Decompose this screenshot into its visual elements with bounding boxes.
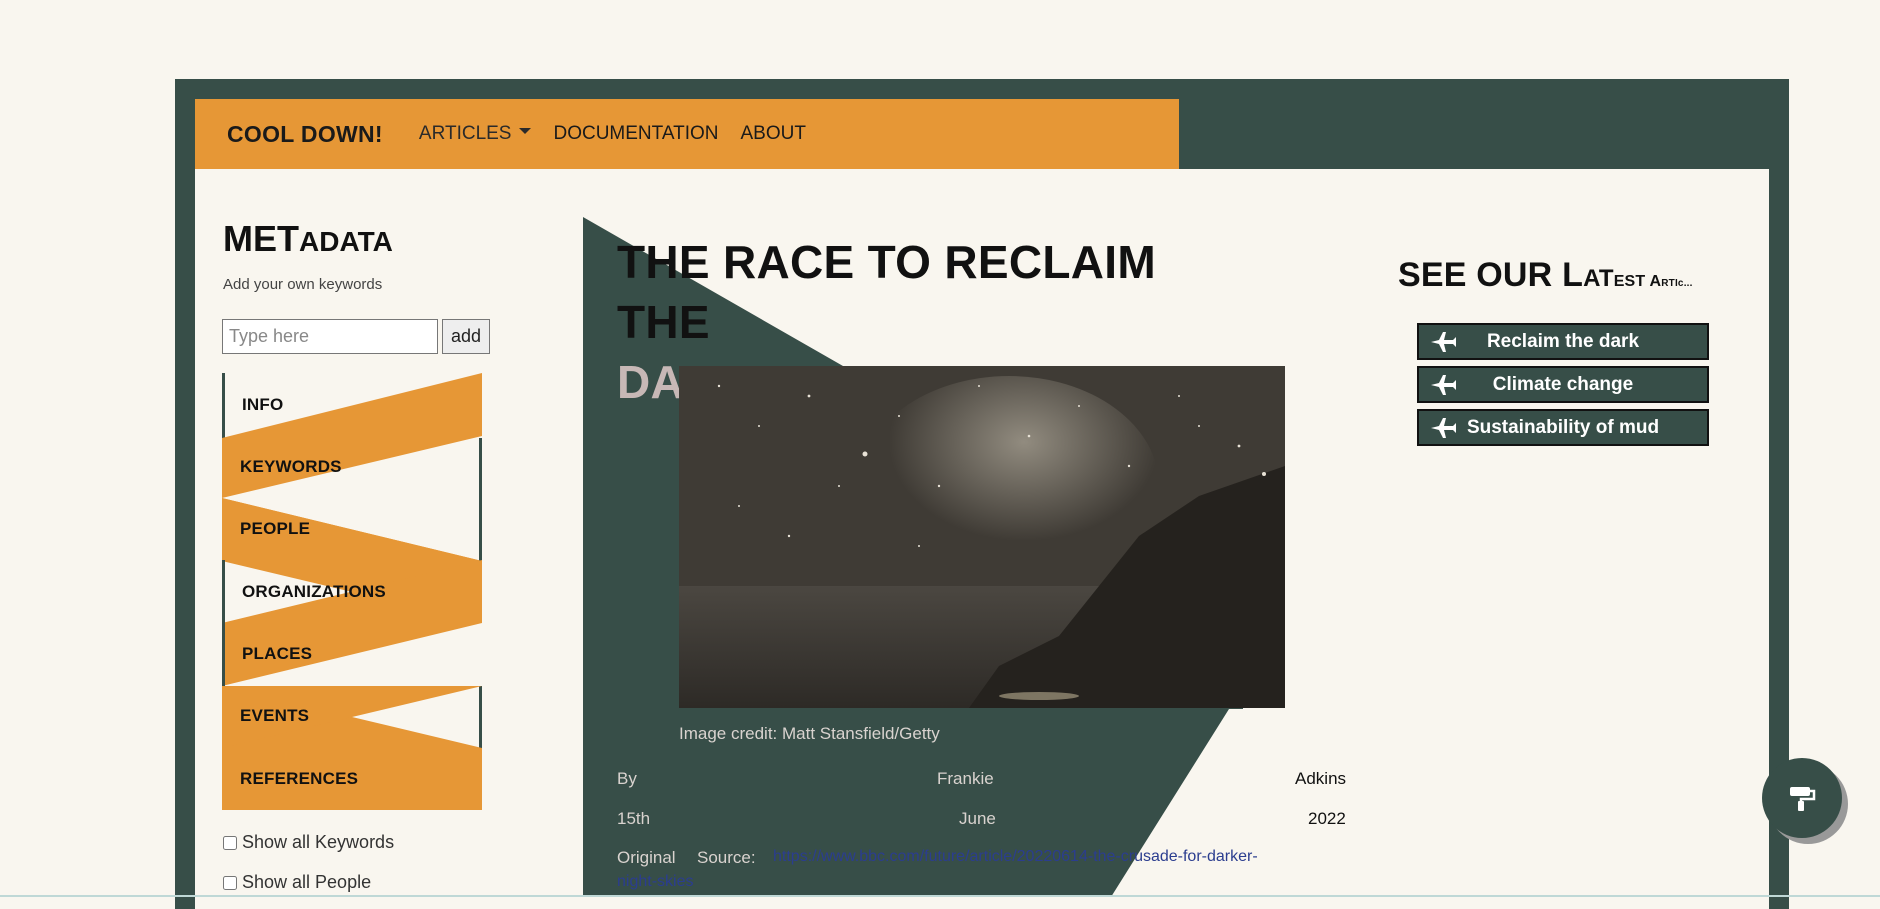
author-last: Adkins (1295, 769, 1347, 788)
show-all-keywords-toggle[interactable] (223, 835, 237, 850)
date-month: June (959, 809, 996, 828)
nav-articles-label: ARTICLES (418, 123, 512, 144)
night-sky-illustration (679, 366, 1285, 708)
author-first: Frankie (937, 769, 994, 788)
airplane-icon (1431, 375, 1456, 395)
theme-fab-button[interactable] (1762, 758, 1842, 838)
paint-roller-icon (1790, 787, 1816, 811)
caret-down-icon (519, 127, 532, 134)
show-all-people-checkbox[interactable]: Show all People (223, 872, 371, 893)
show-all-keywords-label: Show all Keywords (242, 832, 395, 852)
menu-item-references[interactable]: REFERENCES (240, 769, 358, 789)
date-day: 15th (617, 809, 651, 828)
airplane-icon (1431, 332, 1456, 352)
nav-documentation[interactable]: DOCUMENTATION (553, 123, 718, 145)
show-all-people-toggle[interactable] (223, 875, 237, 890)
latest-title-s3: RTIc... (1661, 278, 1693, 289)
menu-item-organizations[interactable]: ORGANIZATIONS (242, 582, 386, 602)
latest-article-sustainability-of-mud[interactable]: Sustainability of mud (1417, 409, 1709, 446)
menu-item-keywords[interactable]: KEYWORDS (240, 457, 342, 477)
image-credit: Image credit: Matt Stansfield/Getty (679, 724, 940, 743)
menu-item-places[interactable]: PLACES (242, 644, 312, 664)
airplane-icon (1431, 418, 1456, 438)
metadata-title: METADATA (223, 218, 393, 260)
latest-article-label: Sustainability of mud (1466, 416, 1660, 438)
source-link[interactable]: https://www.bbc.com/future/article/20220… (773, 848, 1258, 866)
menu-item-info[interactable]: INFO (242, 395, 283, 415)
menu-item-people[interactable]: PEOPLE (240, 519, 310, 539)
show-all-keywords-checkbox[interactable]: Show all Keywords (223, 832, 394, 853)
article-title-line1: THE RACE TO RECLAIM THE (617, 236, 1156, 348)
latest-article-reclaim-the-dark[interactable]: Reclaim the dark (1417, 323, 1709, 360)
keyword-input[interactable] (222, 319, 438, 354)
date-year: 2022 (1308, 809, 1346, 828)
metadata-subtitle: Add your own keywords (223, 276, 383, 293)
latest-article-label: Climate change (1492, 373, 1634, 395)
metadata-title-big: MET (223, 218, 299, 259)
latest-article-climate-change[interactable]: Climate change (1417, 366, 1709, 403)
nav-about[interactable]: ABOUT (741, 123, 806, 145)
source-label-2: Source: (697, 848, 756, 867)
latest-title-s1: AT (1583, 265, 1614, 292)
latest-title-s2: EST A (1613, 273, 1662, 290)
source-label-1: Original (617, 848, 676, 867)
brand-link[interactable]: COOL DOWN! (227, 121, 383, 148)
nav-articles-dropdown[interactable]: ARTICLES (419, 123, 532, 145)
metadata-title-small: ADATA (299, 226, 393, 257)
latest-articles-title: SEE OUR LATEST ARTIc... (1398, 256, 1693, 295)
add-keyword-button[interactable]: add (442, 319, 490, 354)
article-image-night-sky (679, 366, 1285, 708)
source-link-continued[interactable]: night-skies (617, 873, 693, 891)
show-all-people-label: Show all People (242, 872, 372, 892)
menu-item-events[interactable]: EVENTS (240, 706, 309, 726)
latest-title-big: SEE OUR L (1398, 256, 1584, 294)
navbar: COOL DOWN! ARTICLES DOCUMENTATION ABOUT (195, 99, 1179, 169)
latest-article-label: Reclaim the dark (1486, 330, 1640, 352)
source-link-line1: https://www.bbc.com/future/article/20220… (773, 848, 1258, 865)
by-label: By (617, 769, 637, 788)
